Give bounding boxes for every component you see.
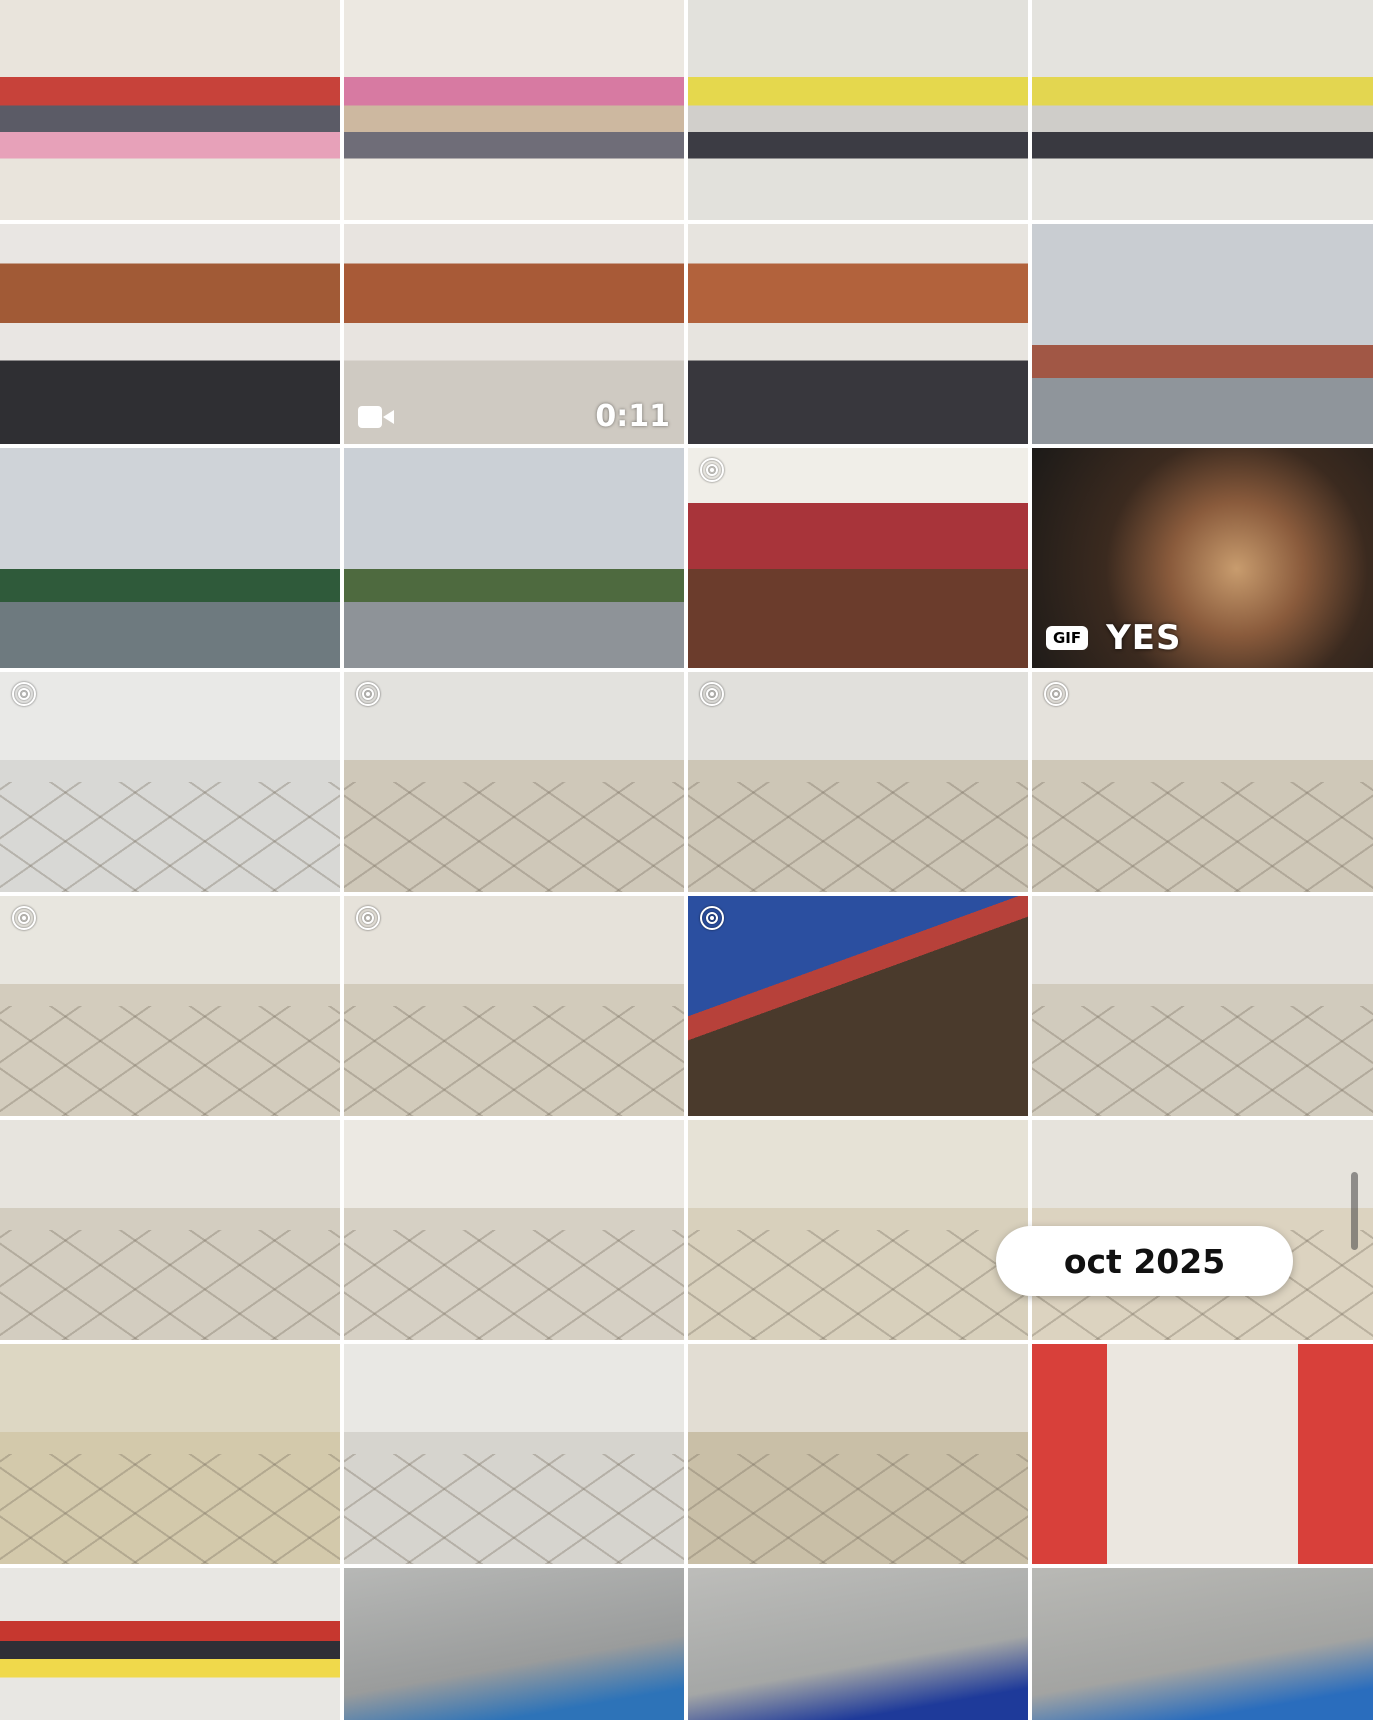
live-photo-icon xyxy=(12,906,36,930)
live-photo-icon xyxy=(700,458,724,482)
gallery-thumbnail[interactable] xyxy=(0,1344,340,1564)
floor-tiles xyxy=(1032,782,1373,892)
floor-tiles xyxy=(344,1230,684,1340)
gallery-thumbnail[interactable] xyxy=(1032,0,1373,220)
scrollbar-thumb[interactable] xyxy=(1351,1172,1358,1250)
video-camera-icon xyxy=(358,405,394,428)
video-duration: 0:11 xyxy=(595,399,670,434)
concrete-photo xyxy=(688,1568,1028,1720)
gallery-thumbnail[interactable] xyxy=(688,1344,1028,1564)
gallery-thumbnail[interactable] xyxy=(0,224,340,444)
floor-tiles xyxy=(0,782,340,892)
gallery-thumbnail[interactable] xyxy=(0,0,340,220)
snack-photo xyxy=(688,448,1028,668)
concrete-photo xyxy=(344,1568,684,1720)
gallery-thumbnail[interactable] xyxy=(1032,1344,1373,1564)
floor-tiles xyxy=(344,1454,684,1564)
classroom-photo xyxy=(1032,0,1373,220)
gallery-thumbnail[interactable] xyxy=(344,0,684,220)
live-photo-icon xyxy=(356,906,380,930)
gallery-thumbnail[interactable] xyxy=(344,1344,684,1564)
utility-photo xyxy=(344,448,684,668)
floor-tiles xyxy=(688,782,1028,892)
gallery-thumbnail[interactable] xyxy=(344,448,684,668)
gallery-thumbnail[interactable] xyxy=(688,224,1028,444)
gallery-thumbnail[interactable] xyxy=(344,1568,684,1720)
live-photo-icon xyxy=(12,682,36,706)
floor-tiles xyxy=(0,1230,340,1340)
classroom-photo xyxy=(0,1568,340,1720)
floor-tiles xyxy=(344,1006,684,1116)
exercise-photo xyxy=(0,224,340,444)
live-photo-icon xyxy=(700,906,724,930)
gallery-thumbnail[interactable] xyxy=(0,448,340,668)
floor-tiles xyxy=(688,1454,1028,1564)
gallery-thumbnail[interactable] xyxy=(344,1120,684,1340)
floor-tiles xyxy=(688,1230,1028,1340)
gif-overlay: GIF YES xyxy=(1046,618,1181,658)
gif-caption: YES xyxy=(1106,618,1182,658)
gallery-thumbnail[interactable] xyxy=(0,896,340,1116)
corridor-photo xyxy=(1032,1344,1373,1564)
classroom-photo xyxy=(344,0,684,220)
floor-tiles xyxy=(1032,1006,1373,1116)
utility-photo xyxy=(0,448,340,668)
concrete-photo xyxy=(1032,1568,1373,1720)
floor-tiles xyxy=(344,782,684,892)
exercise-photo xyxy=(688,224,1028,444)
live-photo-icon xyxy=(1044,682,1068,706)
gallery-thumbnail[interactable] xyxy=(344,896,684,1116)
gallery-thumbnail[interactable] xyxy=(688,0,1028,220)
live-photo-icon xyxy=(700,682,724,706)
live-photo-icon xyxy=(356,682,380,706)
gallery-thumbnail[interactable] xyxy=(688,1568,1028,1720)
floor-tiles xyxy=(0,1006,340,1116)
gallery-thumbnail[interactable] xyxy=(0,1568,340,1720)
gallery-thumbnail[interactable] xyxy=(1032,672,1373,892)
video-info: 0:11 xyxy=(358,399,670,434)
classroom-photo xyxy=(688,0,1028,220)
gallery-thumbnail[interactable] xyxy=(344,672,684,892)
wet-floor-photo xyxy=(688,896,1028,1116)
gallery-thumbnail[interactable] xyxy=(688,896,1028,1116)
truck-photo xyxy=(1032,224,1373,444)
gallery-thumbnail[interactable] xyxy=(1032,224,1373,444)
gallery-thumbnail[interactable] xyxy=(0,1120,340,1340)
gallery-thumbnail[interactable] xyxy=(1032,896,1373,1116)
classroom-photo xyxy=(0,0,340,220)
gallery-thumbnail[interactable] xyxy=(688,1120,1028,1340)
gallery-thumbnail[interactable] xyxy=(1032,1568,1373,1720)
floor-tiles xyxy=(0,1454,340,1564)
date-scrubber-label[interactable]: oct 2025 xyxy=(996,1226,1293,1296)
gallery-thumbnail[interactable] xyxy=(0,672,340,892)
gallery-thumbnail[interactable]: GIF YES xyxy=(1032,448,1373,668)
gallery-thumbnail[interactable] xyxy=(688,672,1028,892)
photo-gallery-grid: 0:11 GIF YES xyxy=(0,0,1373,1724)
gallery-thumbnail[interactable]: 0:11 xyxy=(344,224,684,444)
gif-badge: GIF xyxy=(1046,626,1089,650)
gallery-thumbnail[interactable] xyxy=(688,448,1028,668)
